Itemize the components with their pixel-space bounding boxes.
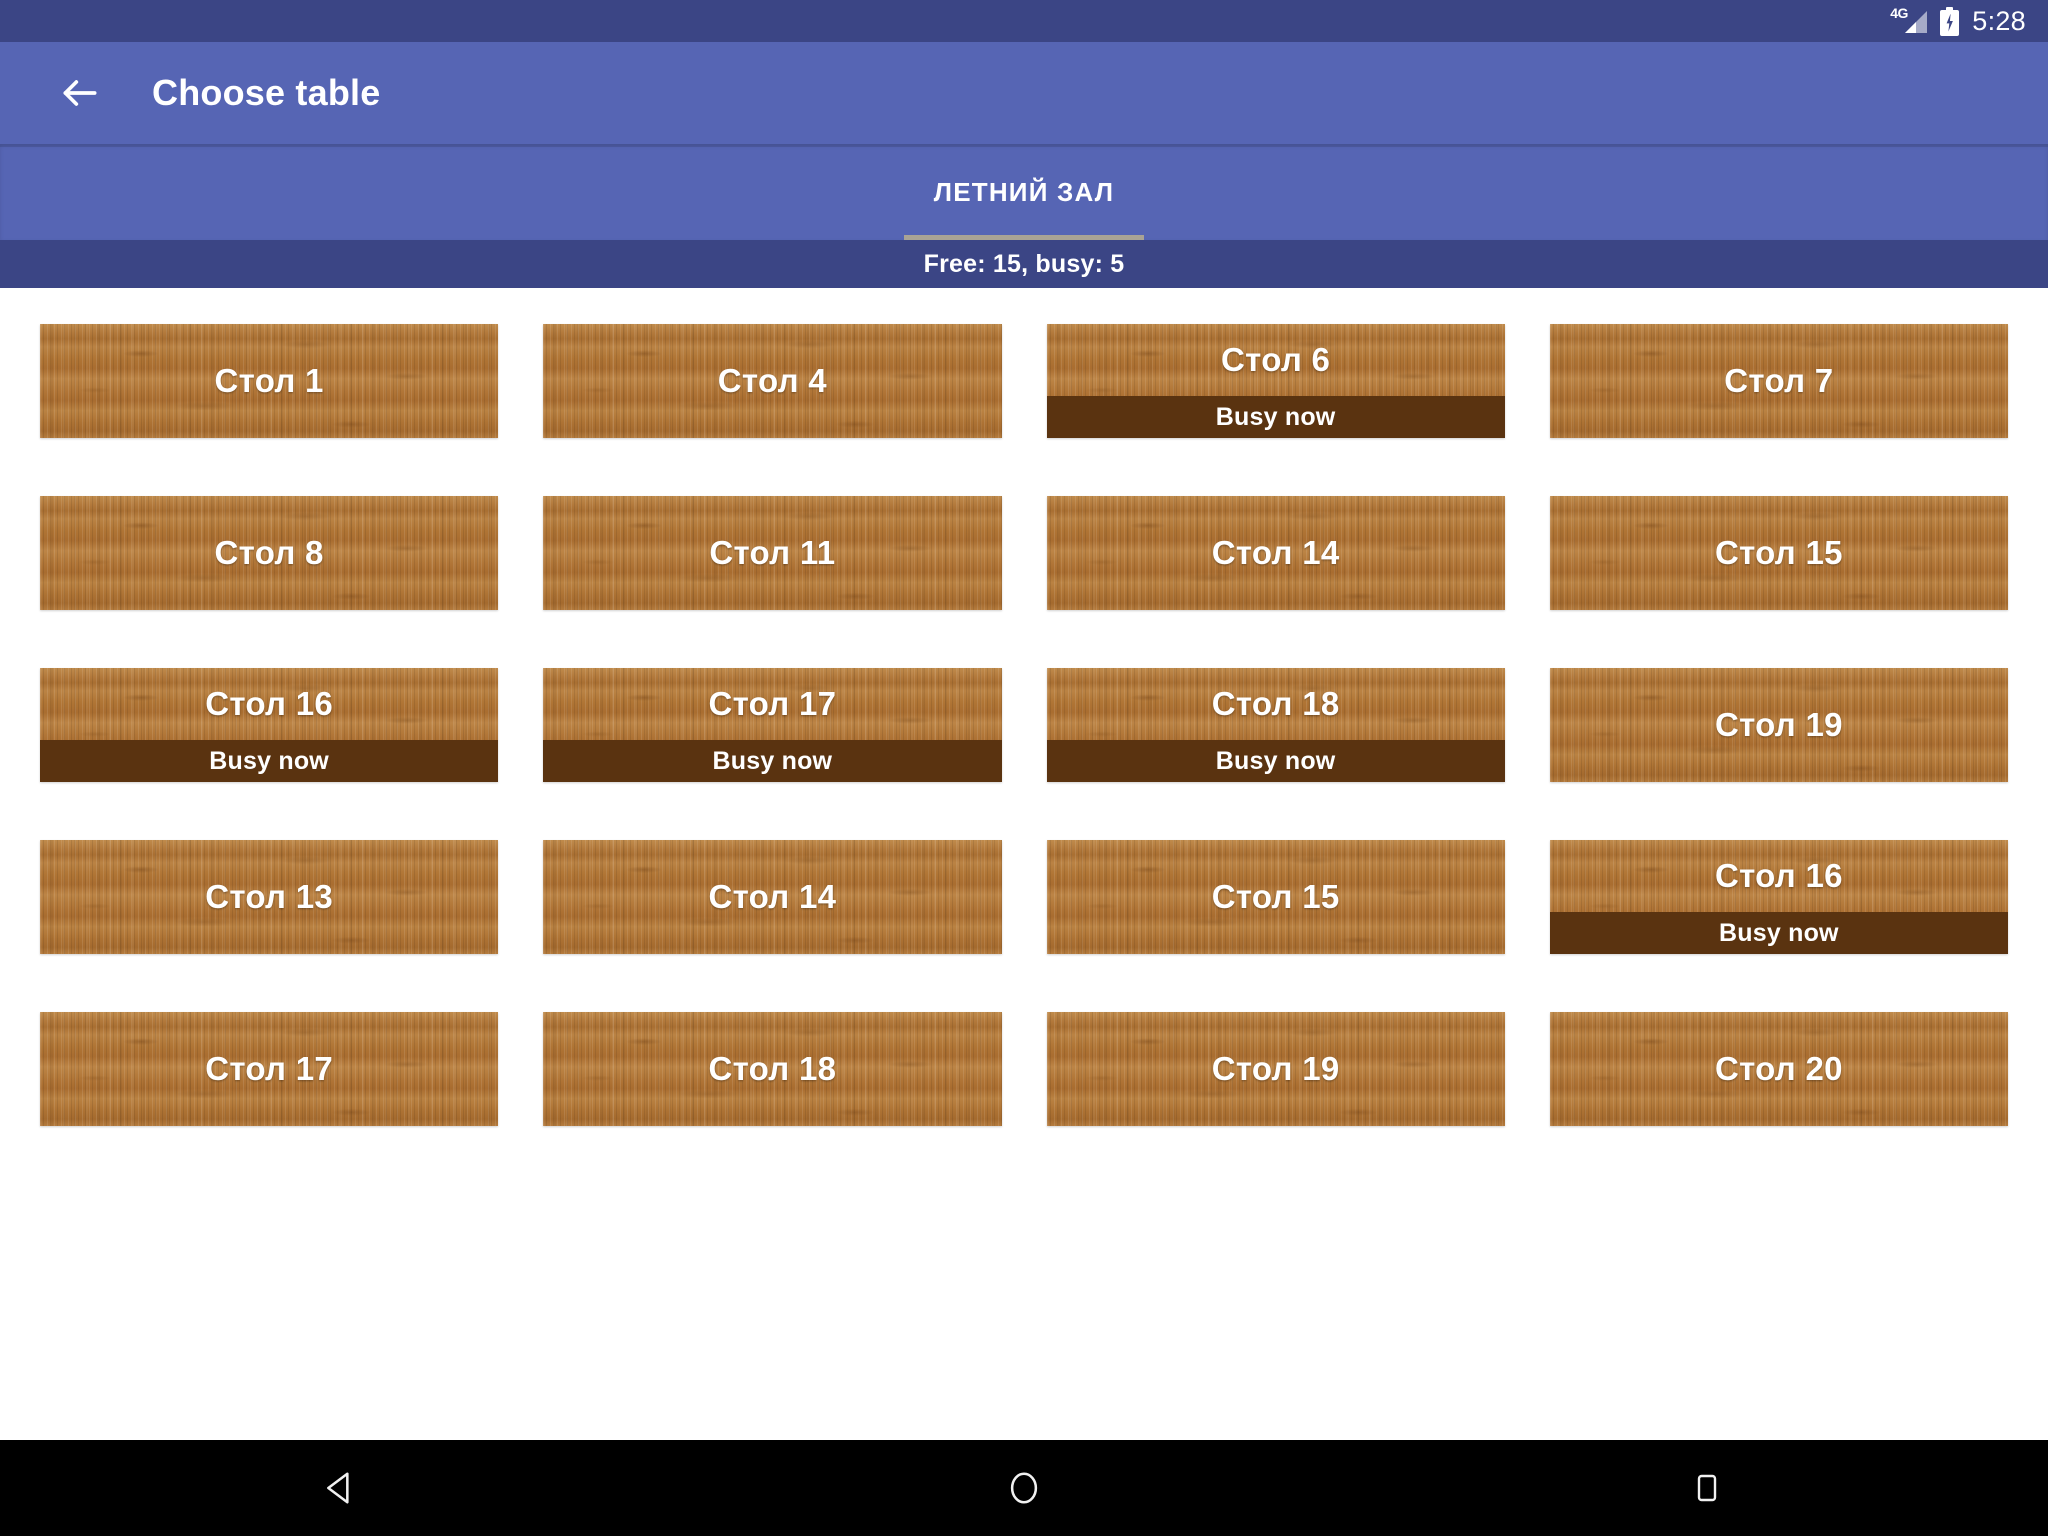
table-name-area: Стол 11 (543, 496, 1001, 610)
table-name-label: Стол 20 (1714, 1050, 1843, 1087)
table-name-area: Стол 17 (543, 668, 1001, 740)
table-name-area: Стол 14 (543, 840, 1001, 954)
table-card[interactable]: Стол 14 (1046, 496, 1505, 610)
table-name-label: Стол 17 (708, 685, 837, 722)
table-card[interactable]: Стол 15 (1549, 496, 2008, 610)
table-name-area: Стол 16 (40, 668, 498, 740)
table-name-label: Стол 4 (717, 362, 827, 399)
table-name-area: Стол 16 (1550, 840, 2008, 912)
table-name-label: Стол 14 (708, 878, 837, 915)
busy-status-label: Busy now (712, 746, 833, 775)
battery-charging-icon (1940, 6, 1960, 36)
status-bar-right-group: 4G 5:28 (1890, 5, 2026, 36)
table-name-area: Стол 4 (543, 324, 1001, 438)
table-card[interactable]: Стол 8 (40, 496, 499, 610)
table-name-label: Стол 16 (1714, 857, 1843, 894)
table-card[interactable]: Стол 7 (1549, 324, 2008, 438)
table-card[interactable]: Стол 11 (543, 496, 1002, 610)
back-triangle-icon (322, 1469, 360, 1507)
table-name-area: Стол 15 (1047, 840, 1505, 954)
table-card[interactable]: Стол 19 (1046, 1012, 1505, 1126)
nav-back-button[interactable] (266, 1440, 416, 1536)
table-name-area: Стол 7 (1550, 324, 2008, 438)
table-name-label: Стол 7 (1724, 362, 1834, 399)
home-circle-icon (1005, 1469, 1043, 1507)
table-name-area: Стол 1 (40, 324, 498, 438)
table-name-label: Стол 11 (709, 534, 836, 571)
busy-status-label: Busy now (209, 746, 329, 775)
table-card[interactable]: Стол 20 (1549, 1012, 2008, 1126)
busy-status-band: Busy now (1046, 740, 1505, 782)
busy-status-label: Busy now (1719, 918, 1839, 947)
table-name-area: Стол 20 (1550, 1012, 2008, 1126)
table-card[interactable]: Стол 16 Busy now (1549, 840, 2008, 954)
table-name-label: Стол 18 (708, 1050, 837, 1087)
table-name-area: Стол 17 (40, 1012, 498, 1126)
nav-home-button[interactable] (949, 1440, 1099, 1536)
android-navigation-bar (0, 1440, 2048, 1536)
table-card[interactable]: Стол 17 (40, 1012, 499, 1126)
busy-status-band: Busy now (1549, 912, 2008, 954)
status-bar-clock: 5:28 (1972, 5, 2026, 36)
recents-square-icon (1691, 1472, 1723, 1504)
table-card[interactable]: Стол 4 (543, 324, 1002, 438)
table-name-area: Стол 8 (40, 496, 498, 610)
table-name-area: Стол 18 (1047, 668, 1505, 740)
table-name-label: Стол 19 (1211, 1050, 1340, 1087)
table-name-area: Стол 19 (1047, 1012, 1505, 1126)
tab-selected-indicator (903, 235, 1145, 240)
tab-label: ЛЕТНИЙ ЗАЛ (933, 176, 1115, 207)
table-card[interactable]: Стол 14 (543, 840, 1002, 954)
table-name-label: Стол 8 (214, 534, 324, 571)
table-card[interactable]: Стол 13 (40, 840, 499, 954)
table-card[interactable]: Стол 19 (1549, 668, 2008, 782)
occupancy-info-bar: Free: 15, busy: 5 (0, 240, 2048, 288)
arrow-left-icon (58, 71, 102, 115)
signal-bars-filled (1905, 22, 1917, 33)
table-card[interactable]: Стол 17 Busy now (543, 668, 1002, 782)
table-name-area: Стол 19 (1550, 668, 2008, 782)
app-bar: Choose table (0, 42, 2048, 144)
table-card[interactable]: Стол 16 Busy now (40, 668, 499, 782)
tab-letniy-zal[interactable]: ЛЕТНИЙ ЗАЛ (903, 144, 1145, 240)
table-card[interactable]: Стол 15 (1046, 840, 1505, 954)
occupancy-summary-text: Free: 15, busy: 5 (923, 249, 1125, 278)
table-name-label: Стол 17 (205, 1050, 334, 1087)
busy-status-band: Busy now (1046, 396, 1505, 438)
table-name-label: Стол 6 (1221, 341, 1331, 378)
table-name-label: Стол 13 (205, 878, 334, 915)
table-card[interactable]: Стол 18 (543, 1012, 1002, 1126)
table-name-label: Стол 15 (1211, 878, 1340, 915)
table-name-label: Стол 1 (214, 362, 324, 399)
table-name-area: Стол 15 (1550, 496, 2008, 610)
table-name-area: Стол 14 (1047, 496, 1505, 610)
table-name-label: Стол 19 (1714, 706, 1843, 743)
busy-status-label: Busy now (1215, 746, 1336, 775)
table-name-label: Стол 15 (1714, 534, 1843, 571)
table-name-label: Стол 14 (1211, 534, 1340, 571)
table-name-area: Стол 18 (543, 1012, 1001, 1126)
table-card[interactable]: Стол 6 Busy now (1046, 324, 1505, 438)
busy-status-band: Busy now (543, 740, 1002, 782)
table-card[interactable]: Стол 1 (40, 324, 499, 438)
status-bar: 4G 5:28 (0, 0, 2048, 42)
nav-recents-button[interactable] (1632, 1440, 1782, 1536)
busy-status-label: Busy now (1215, 402, 1336, 431)
back-button[interactable] (56, 69, 104, 117)
table-card[interactable]: Стол 18 Busy now (1046, 668, 1505, 782)
table-name-label: Стол 18 (1211, 685, 1340, 722)
table-grid: Стол 1 Стол 4 Стол 6 Busy now Стол 7 Стол 8 Ст… (40, 324, 2008, 1126)
table-name-area: Стол 6 (1047, 324, 1505, 396)
table-name-area: Стол 13 (40, 840, 498, 954)
busy-status-band: Busy now (40, 740, 499, 782)
table-list-content: Стол 1 Стол 4 Стол 6 Busy now Стол 7 Стол 8 Ст… (0, 288, 2048, 1488)
signal-icon: 4G (1890, 5, 1928, 35)
table-name-label: Стол 16 (205, 685, 334, 722)
tab-bar: ЛЕТНИЙ ЗАЛ (0, 144, 2048, 240)
page-title: Choose table (152, 72, 381, 113)
